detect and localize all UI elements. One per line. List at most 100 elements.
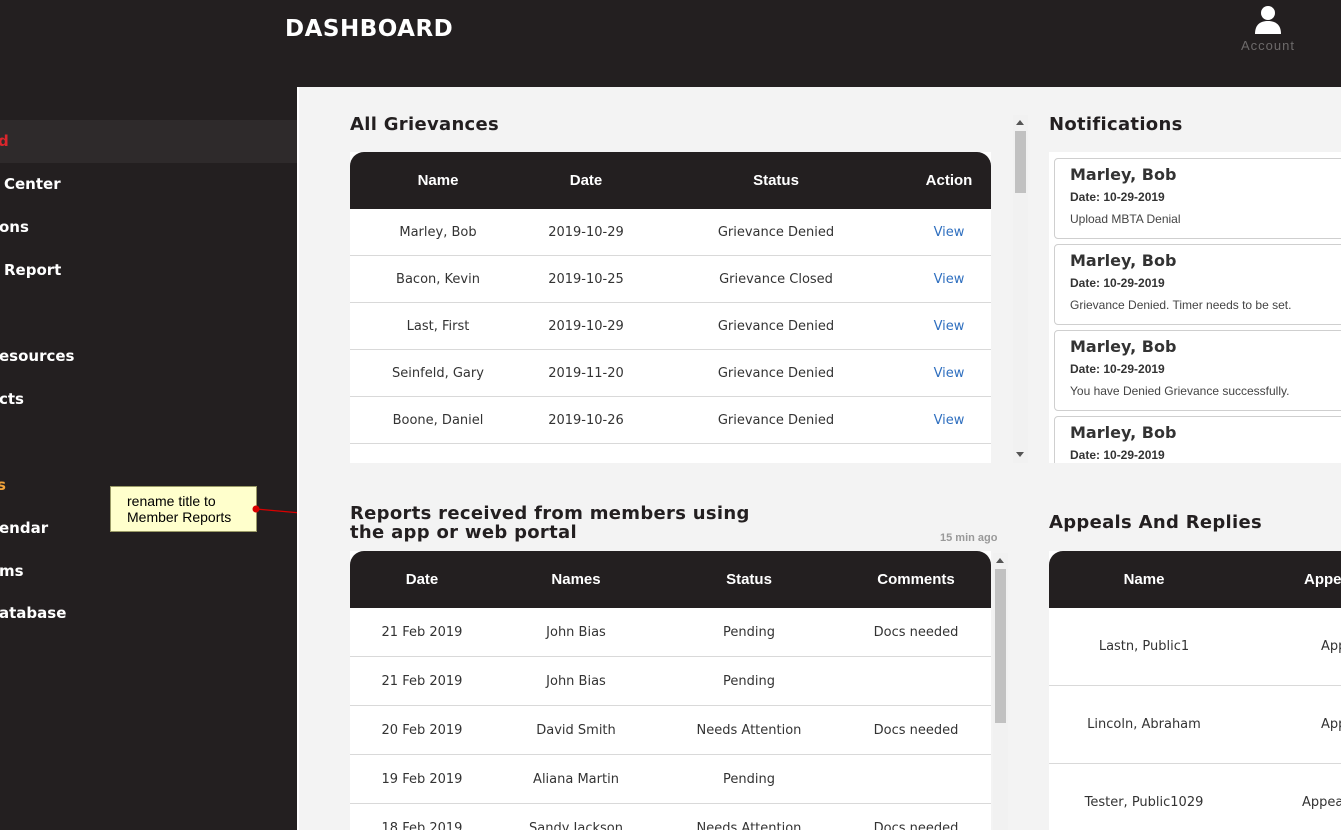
column-header: Appe — [1304, 571, 1341, 588]
table-row[interactable]: 21 Feb 2019 John Bias Pending Docs neede… — [350, 608, 991, 657]
scroll-up-icon[interactable] — [996, 558, 1004, 563]
notification-name: Marley, Bob — [1070, 251, 1177, 270]
column-header: Date — [405, 571, 439, 588]
cell-name: Lastn, Public1 — [1098, 639, 1190, 654]
appeals-title: Appeals And Replies — [1049, 512, 1263, 533]
cell-date: 2019-11-20 — [548, 366, 624, 381]
column-header: Action — [925, 172, 973, 189]
notification-item[interactable]: Marley, Bob Date: 10-29-2019 You have De… — [1054, 330, 1341, 411]
sidebar-item-label: Report — [4, 261, 62, 279]
cell-status: Grievance Denied — [717, 366, 835, 381]
sidebar-item-resources[interactable]: esources — [0, 335, 297, 378]
cell-date: 20 Feb 2019 — [381, 723, 463, 738]
reports-title-line: the app or web portal — [350, 522, 577, 543]
view-link[interactable]: View — [919, 397, 979, 444]
grievances-scrollbar[interactable] — [1013, 115, 1028, 463]
sidebar-item-label: endar — [0, 519, 49, 537]
sidebar-item-report[interactable]: Report — [0, 249, 297, 292]
reports-table: Date Names Status Comments 21 Feb 2019 J… — [350, 551, 991, 830]
cell-status: Grievance Denied — [717, 413, 835, 428]
view-link[interactable]: View — [919, 350, 979, 397]
scrollbar-thumb[interactable] — [1015, 131, 1026, 193]
cell-comments: Docs needed — [873, 723, 959, 738]
table-row[interactable]: Tester, Public1029 Appeal — [1049, 764, 1341, 830]
cell-status: Needs Attention — [696, 723, 802, 738]
account-button[interactable]: Account — [1232, 4, 1304, 53]
callout-line: rename title to — [127, 493, 216, 509]
view-link[interactable]: View — [919, 303, 979, 350]
view-link[interactable]: View — [919, 209, 979, 256]
table-row[interactable]: 21 Feb 2019 John Bias Pending — [350, 657, 991, 706]
table-header: Date Names Status Comments — [350, 551, 991, 608]
table-row: Last, First 2019-10-29 Grievance Denied … — [350, 303, 991, 350]
scrollbar-thumb[interactable] — [995, 569, 1006, 723]
table-row: Seinfeld, Gary 2019-11-20 Grievance Deni… — [350, 350, 991, 397]
cell-name: David Smith — [536, 723, 616, 738]
cell-status: Grievance Denied — [717, 225, 835, 240]
sidebar: d Center ons Report esources cts s endar… — [0, 87, 297, 830]
cell-name: Marley, Bob — [399, 225, 477, 240]
cell-appeal: Appeal — [1302, 795, 1341, 810]
table-row[interactable]: 20 Feb 2019 David Smith Needs Attention … — [350, 706, 991, 755]
cell-status: Pending — [723, 772, 775, 787]
sidebar-item-forms[interactable]: ms — [0, 550, 297, 593]
table-row[interactable]: Lastn, Public1 App — [1049, 608, 1341, 686]
cell-date: 21 Feb 2019 — [381, 625, 463, 640]
reports-timestamp: 15 min ago — [940, 532, 998, 544]
cell-name: John Bias — [546, 674, 606, 689]
sidebar-item-contacts[interactable]: cts — [0, 378, 297, 421]
reports-title: Reports received from members using the … — [350, 504, 750, 542]
notification-item[interactable]: Marley, Bob Date: 10-29-2019 Upload MBTA… — [1054, 158, 1341, 239]
sidebar-item-label: ms — [0, 562, 24, 580]
reports-title-line: Reports received from members using — [350, 503, 750, 524]
cell-status: Grievance Denied — [717, 319, 835, 334]
notification-item[interactable]: Marley, Bob Date: 10-29-2019 Grievance D… — [1054, 244, 1341, 325]
table-row[interactable]: 19 Feb 2019 Aliana Martin Pending — [350, 755, 991, 804]
notification-date: Date: 10-29-2019 — [1070, 448, 1165, 462]
table-header: Name Date Status Action — [350, 152, 991, 209]
table-row[interactable]: Lincoln, Abraham App — [1049, 686, 1341, 764]
reports-scrollbar[interactable] — [993, 553, 1008, 830]
table-row: Bacon, Kevin 2019-10-25 Grievance Closed… — [350, 256, 991, 303]
cell-date: 21 Feb 2019 — [381, 674, 463, 689]
grievances-table: Name Date Status Action Marley, Bob 2019… — [350, 152, 991, 463]
cell-comments: Docs needed — [873, 625, 959, 640]
cell-status: Pending — [723, 674, 775, 689]
cell-comments: Docs needed — [873, 821, 959, 830]
sidebar-item-dashboard[interactable]: d — [0, 120, 297, 163]
sidebar-item-database[interactable]: atabase — [0, 592, 297, 635]
table-row[interactable]: 18 Feb 2019 Sandy Jackson Needs Attentio… — [350, 804, 991, 830]
notifications-title: Notifications — [1049, 114, 1183, 135]
callout-line: Member Reports — [127, 509, 232, 525]
cell-status: Grievance Closed — [719, 272, 833, 287]
cell-name: Boone, Daniel — [392, 413, 484, 428]
top-bar: DASHBOARD Account — [0, 0, 1341, 87]
appeals-table: Name Appe Lastn, Public1 App Lincoln, Ab… — [1049, 551, 1341, 830]
scroll-up-icon[interactable] — [1016, 120, 1024, 125]
column-header: Status — [753, 172, 799, 189]
table-row: Marley, Bob 2019-10-29 Grievance Denied … — [350, 209, 991, 256]
column-header: Names — [551, 571, 601, 588]
cell-appeal: App — [1321, 639, 1341, 654]
scroll-down-icon[interactable] — [1016, 452, 1024, 457]
cell-name: Seinfeld, Gary — [392, 366, 484, 381]
notification-date: Date: 10-29-2019 — [1070, 362, 1165, 376]
cell-date: 19 Feb 2019 — [381, 772, 463, 787]
notification-date: Date: 10-29-2019 — [1070, 276, 1165, 290]
table-header: Name Appe — [1049, 551, 1341, 608]
sidebar-item-ons[interactable]: ons — [0, 206, 297, 249]
page-title: DASHBOARD — [285, 16, 454, 42]
cell-name: Last, First — [406, 319, 470, 334]
sidebar-item-center[interactable]: Center — [0, 163, 297, 206]
grievances-title: All Grievances — [350, 114, 500, 135]
sidebar-item-label: d — [0, 132, 9, 150]
cell-date: 2019-10-29 — [548, 225, 624, 240]
sidebar-item-label: cts — [0, 390, 24, 408]
column-header: Name — [1123, 571, 1165, 588]
cell-status: Needs Attention — [696, 821, 802, 830]
notification-message: Upload MBTA Denial — [1070, 212, 1181, 226]
sidebar-item-label: esources — [0, 347, 75, 365]
notification-item[interactable]: Marley, Bob Date: 10-29-2019 — [1054, 416, 1341, 463]
notifications-panel: Marley, Bob Date: 10-29-2019 Upload MBTA… — [1049, 152, 1341, 463]
view-link[interactable]: View — [919, 256, 979, 303]
